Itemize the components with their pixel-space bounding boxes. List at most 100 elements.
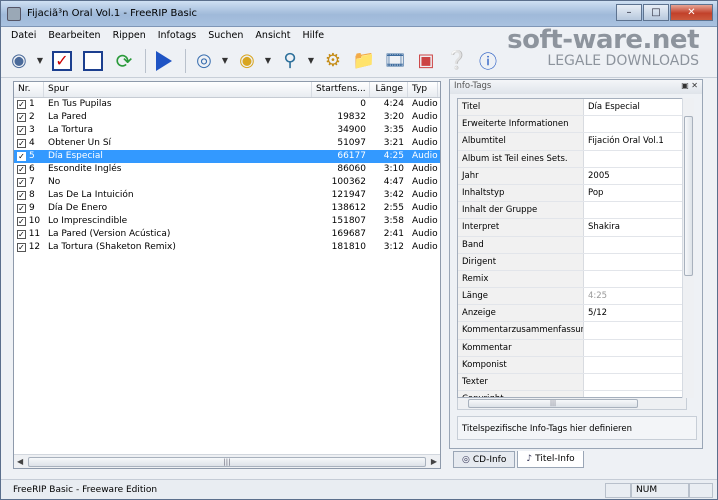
property-row[interactable]: Kommentar xyxy=(458,339,686,357)
info-tags-grid[interactable]: Titel Día Especial Erweiterte Informatione… xyxy=(457,98,687,398)
property-value[interactable]: Shakira xyxy=(584,219,686,235)
menu-infotags[interactable]: Infotags xyxy=(152,30,203,41)
check-all-icon[interactable]: ✓ xyxy=(48,47,76,75)
property-row[interactable]: Titel Día Especial xyxy=(458,99,686,117)
property-row[interactable]: Dirigent xyxy=(458,253,686,271)
chevron-down-icon[interactable]: ▼ xyxy=(307,56,315,65)
scroll-right-icon[interactable]: ▶ xyxy=(431,457,437,466)
property-value[interactable]: 2005 xyxy=(584,168,686,184)
track-list[interactable]: Nr. Spur Startfens... Länge Typ ✓ 1 En Tus… xyxy=(13,81,441,469)
property-value[interactable] xyxy=(584,357,686,373)
table-row[interactable]: ✓ 7 No 100362 4:47 Audio xyxy=(14,176,440,189)
track-checkbox[interactable]: ✓ xyxy=(17,204,26,213)
settings-icon[interactable]: ⚙ xyxy=(319,47,347,75)
menu-suchen[interactable]: Suchen xyxy=(202,30,249,41)
panel-close-icon[interactable]: ✕ xyxy=(691,81,698,90)
col-header-type[interactable]: Typ xyxy=(408,82,438,97)
property-row[interactable]: Interpret Shakira xyxy=(458,219,686,237)
property-value[interactable]: 5/12 xyxy=(584,305,686,321)
info-icon[interactable]: ⓘ xyxy=(474,47,502,75)
scroll-thumb[interactable]: ||| xyxy=(468,399,638,408)
property-row[interactable]: Erweiterte Informationen xyxy=(458,116,686,134)
table-row[interactable]: ✓ 12 La Tortura (Shaketon Remix) 181810 3:12… xyxy=(14,241,440,254)
col-header-start[interactable]: Startfens... xyxy=(312,82,370,97)
property-row[interactable]: Band xyxy=(458,236,686,254)
track-checkbox[interactable]: ✓ xyxy=(17,139,26,148)
tab-titel-info[interactable]: ♪ Titel-Info xyxy=(517,451,584,468)
menu-bearbeiten[interactable]: Bearbeiten xyxy=(42,30,106,41)
refresh-icon[interactable]: ⟳ xyxy=(110,47,138,75)
table-row[interactable]: ✓ 1 En Tus Pupilas 0 4:24 Audio xyxy=(14,98,440,111)
property-value[interactable] xyxy=(584,254,686,270)
help-icon[interactable]: ❔ xyxy=(443,47,471,75)
col-header-nr[interactable]: Nr. xyxy=(14,82,44,97)
property-value[interactable] xyxy=(584,271,686,287)
track-list-hscrollbar[interactable]: ◀ ||| ▶ xyxy=(14,454,440,468)
search-icon[interactable]: ⚲ xyxy=(276,47,304,75)
property-row[interactable]: Anzeige 5/12 xyxy=(458,305,686,323)
property-row[interactable]: Remix xyxy=(458,270,686,289)
menu-rippen[interactable]: Rippen xyxy=(107,30,152,41)
scroll-thumb[interactable]: ||| xyxy=(28,457,426,467)
property-value[interactable] xyxy=(584,391,686,397)
encode-icon[interactable]: ◉ xyxy=(233,47,261,75)
table-row[interactable]: ✓ 9 Día De Enero 138612 2:55 Audio xyxy=(14,202,440,215)
table-row[interactable]: ✓ 5 Día Especial 66177 4:25 Audio xyxy=(14,150,440,163)
menu-datei[interactable]: Datei xyxy=(5,30,42,41)
track-checkbox[interactable]: ✓ xyxy=(17,100,26,109)
folder-icon[interactable]: 📁 xyxy=(350,47,378,75)
property-row[interactable]: Länge 4:25 xyxy=(458,288,686,306)
property-value[interactable] xyxy=(584,202,686,218)
menu-hilfe[interactable]: Hilfe xyxy=(297,30,331,41)
chevron-down-icon[interactable]: ▼ xyxy=(264,56,272,65)
tab-cd-info[interactable]: ◎ CD-Info xyxy=(453,451,516,468)
track-checkbox[interactable]: ✓ xyxy=(17,243,26,252)
property-row[interactable]: Texter xyxy=(458,374,686,392)
table-row[interactable]: ✓ 6 Escondite Inglés 86060 3:10 Audio xyxy=(14,163,440,176)
property-value[interactable]: 4:25 xyxy=(584,288,686,304)
table-row[interactable]: ✓ 8 Las De La Intuición 121947 3:42 Audio xyxy=(14,189,440,202)
property-row[interactable]: Komponist xyxy=(458,356,686,374)
table-row[interactable]: ✓ 2 La Pared 19832 3:20 Audio xyxy=(14,111,440,124)
apps-icon[interactable]: ▣ xyxy=(412,47,440,75)
rip-cd-icon[interactable]: ◎ xyxy=(190,47,218,75)
table-row[interactable]: ✓ 10 Lo Imprescindible 151807 3:58 Audio xyxy=(14,215,440,228)
property-value[interactable]: Día Especial xyxy=(584,99,686,115)
info-tags-hscrollbar[interactable]: ||| xyxy=(457,398,687,410)
property-row[interactable]: Album ist Teil eines Sets. xyxy=(458,150,686,168)
track-checkbox[interactable]: ✓ xyxy=(17,217,26,226)
close-button[interactable]: ✕ xyxy=(670,4,713,21)
film-icon[interactable]: 🎞 xyxy=(381,47,409,75)
scroll-left-icon[interactable]: ◀ xyxy=(17,457,23,466)
play-icon[interactable] xyxy=(150,47,178,75)
table-row[interactable]: ✓ 4 Obtener Un Sí 51097 3:21 Audio xyxy=(14,137,440,150)
info-tags-vscrollbar[interactable] xyxy=(682,98,694,398)
property-row[interactable]: Kommentarzusammenfassung xyxy=(458,322,686,340)
property-value[interactable]: Pop xyxy=(584,185,686,201)
table-row[interactable]: ✓ 3 La Tortura 34900 3:35 Audio xyxy=(14,124,440,137)
property-row[interactable]: Inhaltstyp Pop xyxy=(458,184,686,203)
table-row[interactable]: ✓ 11 La Pared (Version Acústica) 169687 2:41… xyxy=(14,228,440,241)
property-row[interactable]: Jahr 2005 xyxy=(458,167,686,185)
property-value[interactable]: Fijación Oral Vol.1 xyxy=(584,133,686,149)
chevron-down-icon[interactable]: ▼ xyxy=(36,56,44,65)
property-row[interactable]: Albumtitel Fijación Oral Vol.1 xyxy=(458,133,686,151)
property-value[interactable] xyxy=(584,237,686,253)
property-row[interactable]: Inhalt der Gruppe xyxy=(458,202,686,220)
scroll-thumb[interactable] xyxy=(684,116,693,276)
property-value[interactable] xyxy=(584,151,686,167)
track-checkbox[interactable]: ✓ xyxy=(17,230,26,239)
chevron-down-icon[interactable]: ▼ xyxy=(221,56,229,65)
title-bar[interactable]: Fijaciã³n Oral Vol.1 - FreeRIP Basic – □… xyxy=(1,1,717,27)
property-value[interactable] xyxy=(584,374,686,390)
track-checkbox[interactable]: ✓ xyxy=(17,152,26,161)
col-header-spur[interactable]: Spur xyxy=(44,82,312,97)
uncheck-all-icon[interactable] xyxy=(79,47,107,75)
track-checkbox[interactable]: ✓ xyxy=(17,165,26,174)
property-value[interactable] xyxy=(584,322,686,338)
track-checkbox[interactable]: ✓ xyxy=(17,113,26,122)
track-checkbox[interactable]: ✓ xyxy=(17,126,26,135)
minimize-button[interactable]: – xyxy=(616,4,642,21)
col-header-length[interactable]: Länge xyxy=(370,82,408,97)
property-value[interactable] xyxy=(584,116,686,132)
